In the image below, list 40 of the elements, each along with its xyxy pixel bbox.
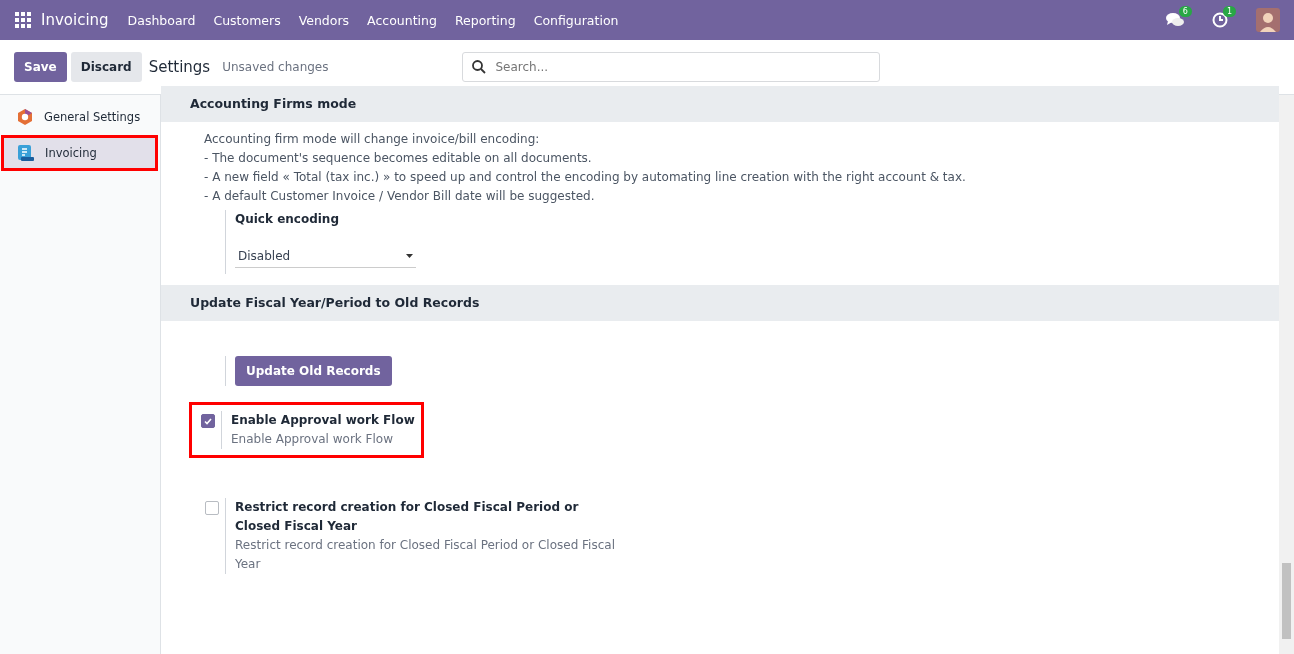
caret-icon	[406, 254, 413, 258]
invoice-icon	[17, 144, 35, 162]
description-text: Accounting firm mode will change invoice/bill encoding:	[204, 131, 541, 148]
chat-icon[interactable]	[1165, 12, 1184, 28]
app-grid-icon[interactable]	[15, 12, 31, 28]
menu-item[interactable]: Vendors	[298, 12, 350, 28]
setting-label: Restrict record creation for Closed Fiscal Period or Closed Fiscal Year	[235, 499, 580, 535]
setting-label: Enable Approval work Flow	[231, 412, 415, 429]
description-text: - A new field « Total (tax inc.) » to speed up and control the encoding by automating line creation with the right account & tax.	[204, 169, 967, 186]
menu-item[interactable]: Configuration	[533, 12, 619, 28]
discard-button[interactable]: Discard	[70, 52, 142, 82]
save-button[interactable]: Save	[14, 52, 67, 82]
message-count-badge: 6	[1178, 6, 1192, 17]
menu-item[interactable]: Reporting	[454, 12, 516, 28]
sidebar-item[interactable]: General Settings	[0, 99, 160, 135]
checkbox[interactable]	[200, 414, 215, 428]
clock-icon[interactable]	[1211, 12, 1228, 28]
unsaved-status: Unsaved changes	[222, 60, 329, 74]
scrollbar-thumb[interactable]	[1282, 563, 1291, 639]
sidebar-item[interactable]: Invoicing	[1, 135, 158, 171]
search-field[interactable]: Search...	[461, 52, 880, 82]
app-title[interactable]: Invoicing	[41, 11, 109, 29]
setting-label: Quick encoding	[235, 211, 340, 228]
menu-item[interactable]: Customers	[213, 12, 281, 28]
update-old-records-button[interactable]: Update Old Records	[235, 356, 392, 386]
setting-help-text: Enable Approval work Flow	[231, 431, 394, 448]
menu-item[interactable]: Accounting	[367, 12, 437, 28]
section-header: Update Fiscal Year/Period to Old Records	[161, 285, 1279, 321]
checkbox[interactable]	[204, 501, 219, 515]
activity-count-badge: 1	[1222, 6, 1236, 17]
hexagon-icon	[16, 108, 34, 126]
user-avatar[interactable]	[1256, 8, 1280, 32]
menu-item[interactable]: Dashboard	[127, 12, 196, 28]
description-text: - A default Customer Invoice / Vendor Bill date will be suggested.	[204, 188, 596, 205]
setting-help-text: Restrict record creation for Closed Fiscal Period or Closed Fiscal Year	[235, 537, 616, 573]
section-header: Accounting Firms mode	[161, 86, 1279, 122]
checkmark-icon	[203, 417, 212, 425]
quick-encoding-select[interactable]: Disabled	[235, 245, 416, 268]
page-title: Settings	[148, 58, 211, 76]
description-text: - The document's sequence becomes editable on all documents.	[204, 150, 593, 167]
